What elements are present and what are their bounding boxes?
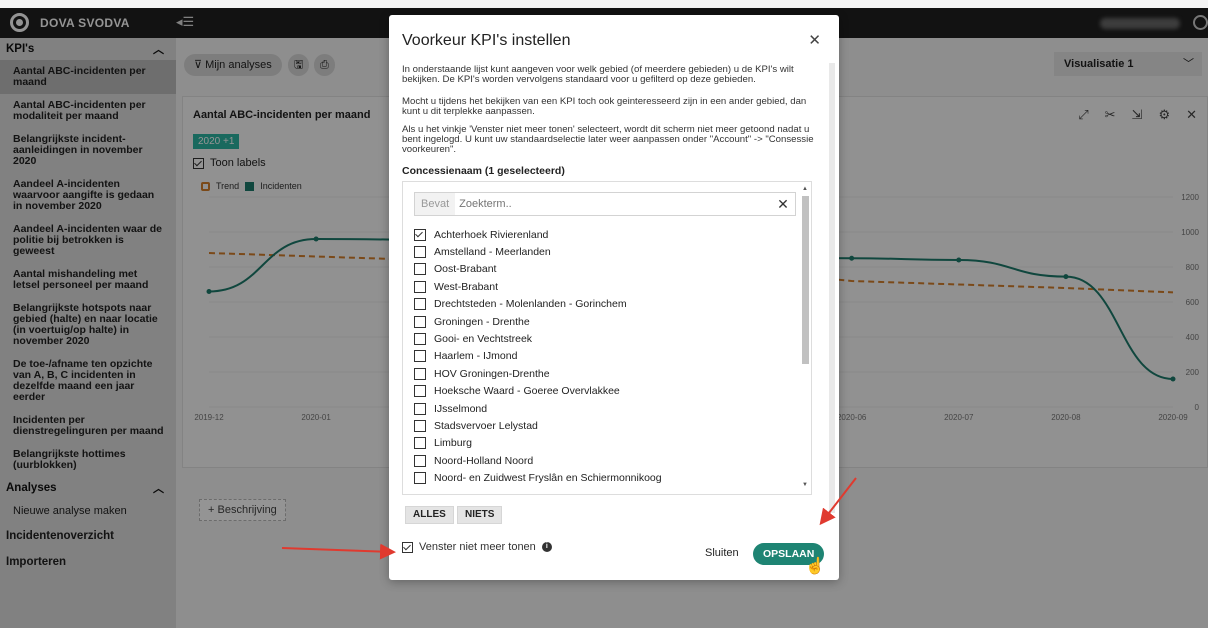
close-icon[interactable]: ✕ bbox=[808, 31, 821, 49]
checkbox[interactable] bbox=[414, 385, 426, 398]
checkbox[interactable] bbox=[414, 245, 426, 258]
concessie-option[interactable]: Hoeksche Waard - Goeree Overvlakkee bbox=[414, 384, 620, 399]
option-label: Achterhoek Rivierenland bbox=[434, 228, 549, 241]
checkbox[interactable] bbox=[402, 541, 413, 553]
option-label: Amstelland - Meerlanden bbox=[434, 245, 551, 258]
option-label: Oost-Brabant bbox=[434, 263, 497, 276]
intro-paragraph-1: In onderstaande lijst kunt aangeven voor… bbox=[402, 64, 794, 85]
option-label: Noord- en Zuidwest Fryslân en Schiermonn… bbox=[434, 472, 662, 485]
clear-search-icon[interactable]: ✕ bbox=[771, 196, 795, 213]
alles-button[interactable]: ALLES bbox=[405, 506, 454, 524]
dialog-title: Voorkeur KPI's instellen bbox=[402, 32, 571, 49]
dialog-scrollbar[interactable] bbox=[829, 63, 835, 513]
checkbox[interactable] bbox=[414, 280, 426, 293]
sluiten-button[interactable]: Sluiten bbox=[705, 547, 739, 559]
option-label: Hoeksche Waard - Goeree Overvlakkee bbox=[434, 385, 620, 398]
checkbox[interactable] bbox=[414, 472, 426, 485]
option-label: IJsselmond bbox=[434, 402, 488, 415]
concessie-option[interactable]: Drechtsteden - Molenlanden - Gorinchem bbox=[414, 297, 627, 312]
scroll-down-icon[interactable]: ▼ bbox=[802, 482, 808, 488]
option-label: Noord-Holland Noord bbox=[434, 454, 534, 467]
concessie-option[interactable]: Noord-Holland Noord bbox=[414, 453, 533, 468]
checkbox[interactable] bbox=[414, 402, 426, 415]
checkbox[interactable] bbox=[414, 332, 426, 345]
concessie-option[interactable]: Limburg bbox=[414, 436, 472, 451]
checkbox[interactable] bbox=[414, 419, 426, 432]
concessie-list-title: Concessienaam (1 geselecteerd) bbox=[402, 165, 565, 177]
info-icon[interactable]: i bbox=[541, 542, 552, 552]
checkbox[interactable] bbox=[414, 298, 426, 311]
kpi-preferences-dialog: Voorkeur KPI's instellen ✕ In onderstaan… bbox=[389, 15, 839, 580]
checkbox[interactable] bbox=[414, 263, 426, 276]
checkbox[interactable] bbox=[414, 350, 426, 363]
hand-cursor-icon: ☝ bbox=[805, 558, 825, 575]
option-label: Limburg bbox=[434, 437, 472, 450]
search-field: Bevat ✕ bbox=[414, 192, 796, 216]
listbox-scrollbar[interactable]: ▲ ▼ bbox=[802, 186, 809, 490]
checkbox[interactable] bbox=[414, 454, 426, 467]
search-input[interactable] bbox=[455, 198, 771, 210]
venster-niet-meer-tonen[interactable]: Venster niet meer tonen i bbox=[402, 541, 552, 553]
search-prefix: Bevat bbox=[415, 193, 456, 215]
intro-paragraph-3: Als u het vinkje 'Venster niet meer tone… bbox=[402, 124, 814, 155]
option-label: Stadsvervoer Lelystad bbox=[434, 419, 538, 432]
scroll-thumb[interactable] bbox=[802, 196, 809, 364]
concessie-option[interactable]: Groningen - Drenthe bbox=[414, 314, 530, 329]
option-label: Gooi- en Vechtstreek bbox=[434, 332, 533, 345]
concessie-option[interactable]: Oost-Brabant bbox=[414, 262, 496, 277]
concessie-option[interactable]: Gooi- en Vechtstreek bbox=[414, 331, 532, 346]
concessie-listbox: Bevat ✕ Achterhoek Rivierenland Amstellan… bbox=[402, 181, 812, 495]
checkbox[interactable] bbox=[414, 437, 426, 450]
checkbox[interactable] bbox=[414, 367, 426, 380]
option-label: Drechtsteden - Molenlanden - Gorinchem bbox=[434, 298, 627, 311]
concessie-option[interactable]: West-Brabant bbox=[414, 279, 498, 294]
option-label: West-Brabant bbox=[434, 280, 498, 293]
niets-button[interactable]: NIETS bbox=[457, 506, 503, 524]
concessie-option[interactable]: Achterhoek Rivierenland bbox=[414, 227, 548, 242]
intro-paragraph-2: Mocht u tijdens het bekijken van een KPI… bbox=[402, 96, 807, 117]
option-label: HOV Groningen-Drenthe bbox=[434, 367, 550, 380]
checkbox[interactable] bbox=[414, 228, 426, 241]
concessie-option[interactable]: HOV Groningen-Drenthe bbox=[414, 366, 550, 381]
concessie-option[interactable]: Noord- en Zuidwest Fryslân en Schiermonn… bbox=[414, 471, 662, 486]
option-label: Groningen - Drenthe bbox=[434, 315, 530, 328]
option-label: Haarlem - IJmond bbox=[434, 350, 518, 363]
concessie-option[interactable]: Stadsvervoer Lelystad bbox=[414, 418, 538, 433]
checkbox[interactable] bbox=[414, 315, 426, 328]
concessie-option[interactable]: IJsselmond bbox=[414, 401, 487, 416]
concessie-option[interactable]: Amstelland - Meerlanden bbox=[414, 244, 551, 259]
scroll-up-icon[interactable]: ▲ bbox=[802, 186, 808, 192]
concessie-option[interactable]: Haarlem - IJmond bbox=[414, 349, 517, 364]
